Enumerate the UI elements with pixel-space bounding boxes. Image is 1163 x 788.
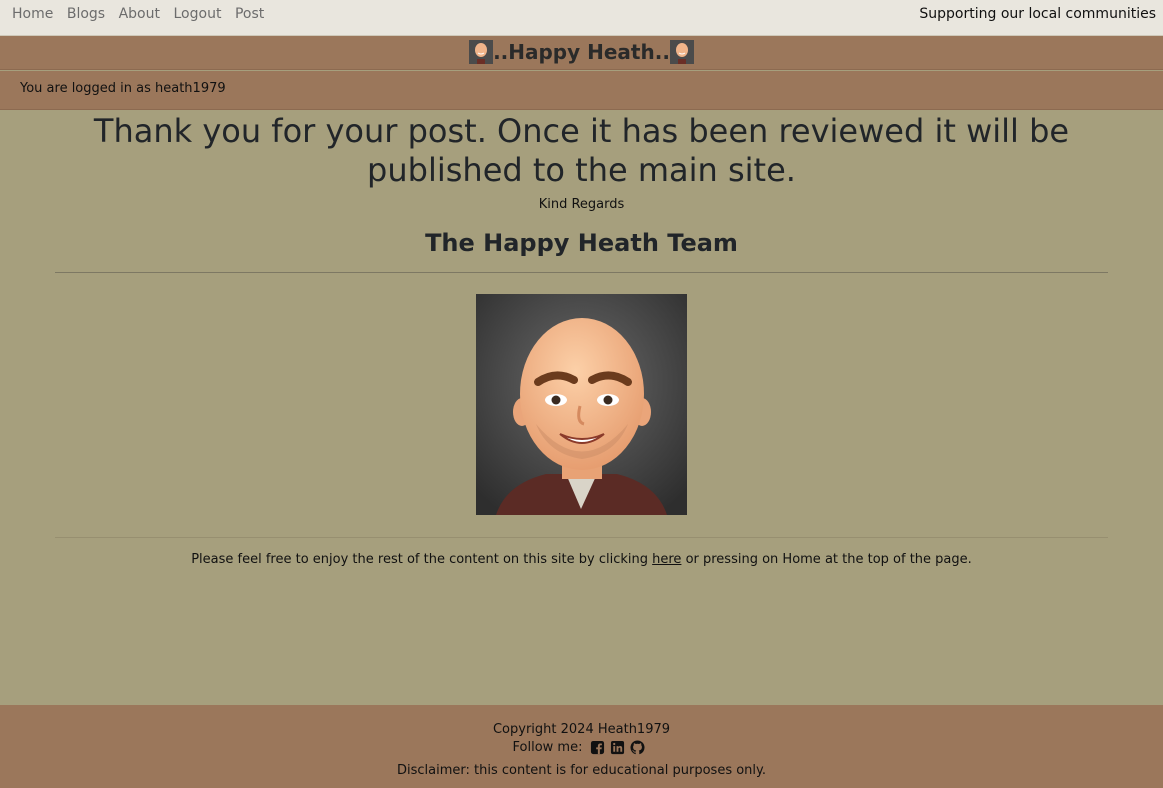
nav-link-post[interactable]: Post <box>235 6 264 22</box>
linkedin-icon[interactable] <box>610 740 625 755</box>
site-tagline: Supporting our local communities <box>919 6 1156 22</box>
brand-header: ..Happy Heath.. <box>0 36 1163 70</box>
follow-row: Follow me: <box>0 740 1163 755</box>
brand-title-row: ..Happy Heath.. <box>0 40 1163 64</box>
avatar-icon <box>469 40 494 64</box>
github-icon[interactable] <box>630 740 645 755</box>
nav-link-logout[interactable]: Logout <box>174 6 222 22</box>
facebook-icon[interactable] <box>590 740 605 755</box>
follow-label: Follow me: <box>512 740 583 755</box>
site-footer: Copyright 2024 Heath1979 Follow me: Disc… <box>0 705 1163 788</box>
divider <box>55 272 1108 273</box>
brand-title[interactable]: ..Happy Heath.. <box>493 40 670 64</box>
avatar-icon <box>669 40 694 64</box>
nav-link-blogs[interactable]: Blogs <box>67 6 105 22</box>
enjoy-text-before: Please feel free to enjoy the rest of th… <box>191 552 653 567</box>
enjoy-message: Please feel free to enjoy the rest of th… <box>0 552 1163 567</box>
nav-link-about[interactable]: About <box>119 6 160 22</box>
team-name: The Happy Heath Team <box>425 229 738 257</box>
profile-avatar-image <box>476 294 687 515</box>
logged-in-status: You are logged in as heath1979 <box>20 81 226 96</box>
page-title: Thank you for your post. Once it has bee… <box>93 112 1070 189</box>
top-navbar: Home Blogs About Logout Post Supporting … <box>0 0 1163 36</box>
session-bar: You are logged in as heath1979 <box>0 71 1163 110</box>
disclaimer: Disclaimer: this content is for educatio… <box>396 763 766 778</box>
sign-off: Kind Regards <box>538 197 625 212</box>
nav-link-home[interactable]: Home <box>12 6 53 22</box>
here-link[interactable]: here <box>652 552 681 567</box>
copyright: Copyright 2024 Heath1979 <box>492 722 671 737</box>
nav-links: Home Blogs About Logout Post <box>12 6 278 22</box>
divider <box>55 537 1108 538</box>
enjoy-text-after: or pressing on Home at the top of the pa… <box>681 552 972 567</box>
